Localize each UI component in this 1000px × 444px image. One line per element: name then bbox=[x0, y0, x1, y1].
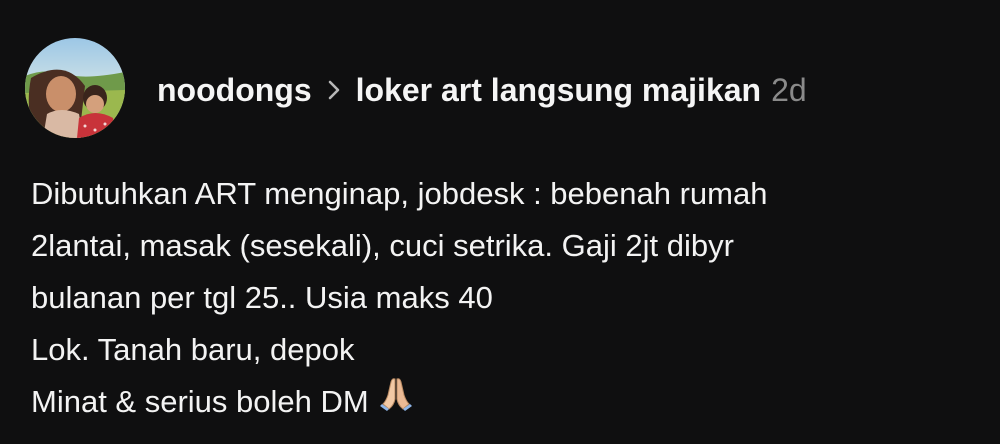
post-text-line: Lok. Tanah baru, depok bbox=[31, 332, 355, 367]
avatar[interactable] bbox=[25, 38, 125, 138]
post: noodongs loker art langsung majikan 2d D… bbox=[0, 0, 1000, 444]
post-text-line: 2lantai, masak (sesekali), cuci setrika.… bbox=[31, 228, 734, 263]
post-header: noodongs loker art langsung majikan 2d bbox=[157, 70, 807, 110]
post-text-line: Minat & serius boleh DM bbox=[31, 384, 369, 419]
folded-hands-icon bbox=[379, 375, 413, 427]
post-text-line: Dibutuhkan ART menginap, jobdesk : beben… bbox=[31, 176, 768, 211]
thread-topic-link[interactable]: loker art langsung majikan bbox=[356, 72, 761, 109]
post-text-line-last: Minat & serius boleh DM bbox=[31, 376, 981, 430]
username-link[interactable]: noodongs bbox=[157, 72, 312, 109]
post-timestamp: 2d bbox=[771, 71, 807, 108]
chevron-right-icon bbox=[320, 79, 348, 101]
post-body: Dibutuhkan ART menginap, jobdesk : beben… bbox=[31, 168, 981, 430]
post-text-line: bulanan per tgl 25.. Usia maks 40 bbox=[31, 280, 493, 315]
